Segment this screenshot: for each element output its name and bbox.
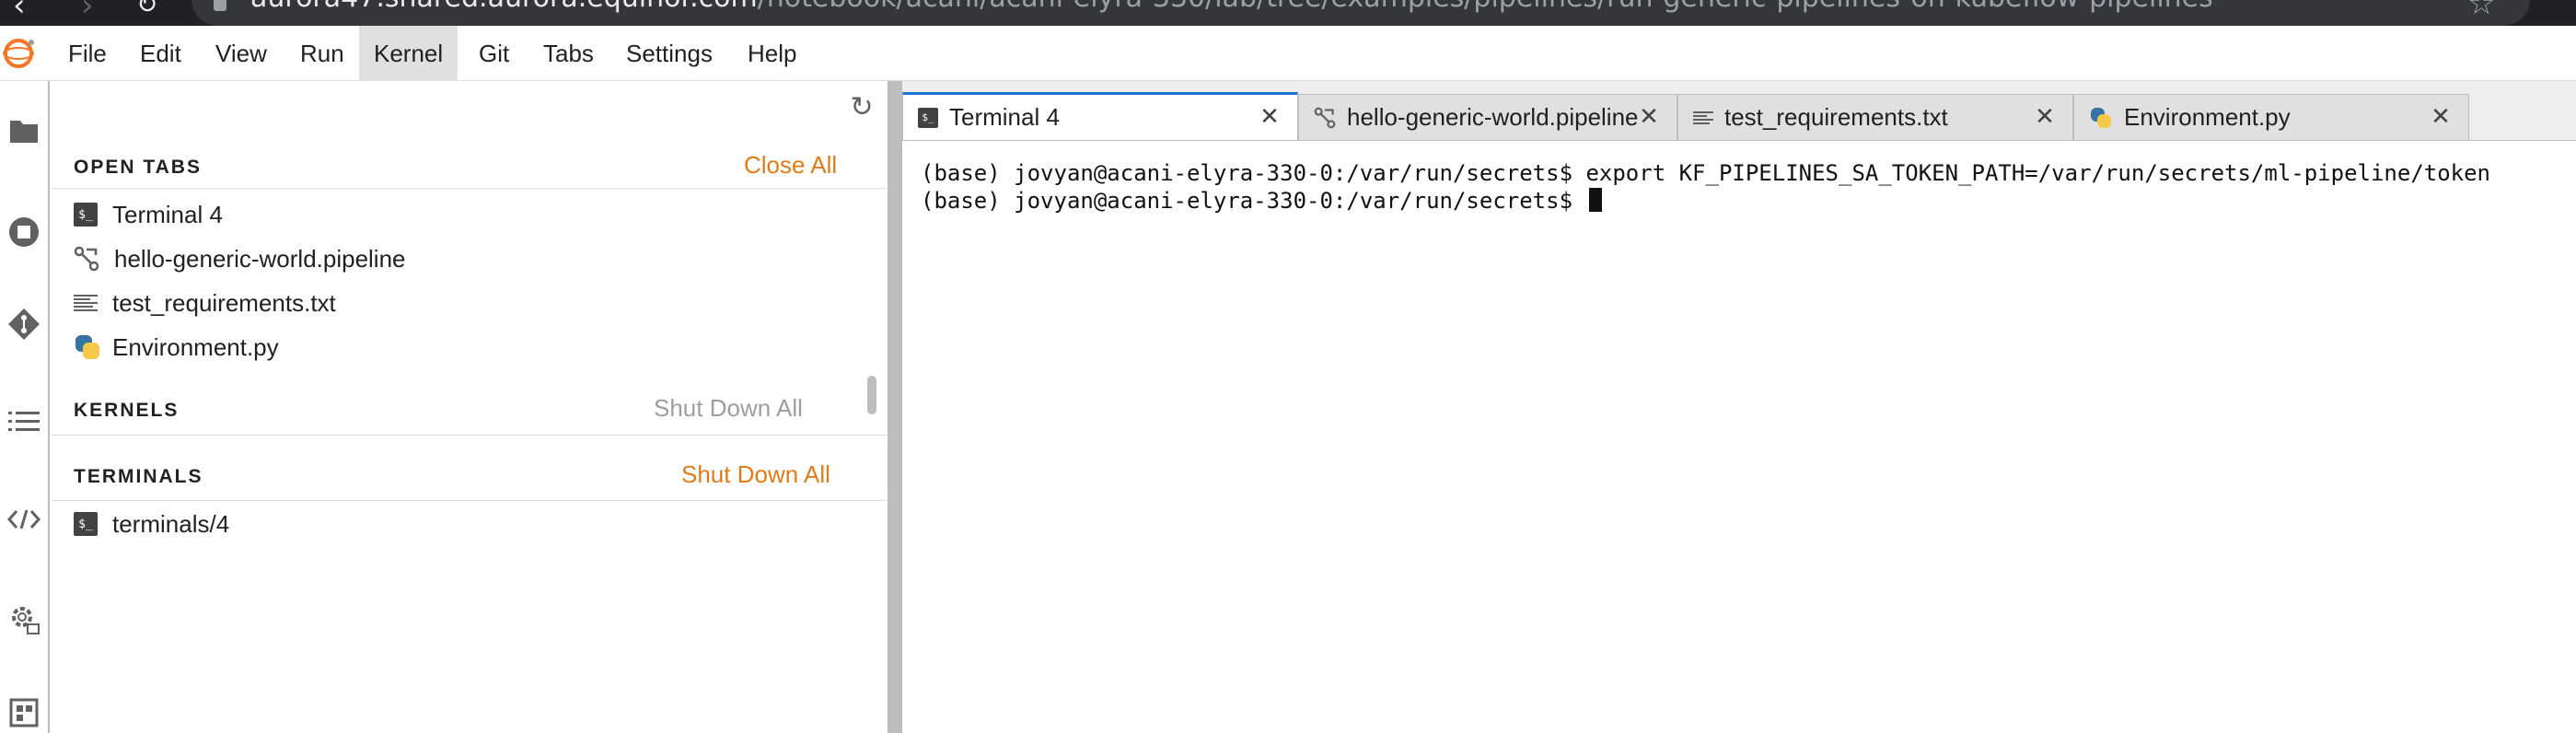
refresh-icon[interactable]: ↻ (845, 90, 878, 123)
url-text[interactable]: aurora47.shared.aurora.equinor.com/noteb… (250, 0, 2213, 14)
tab-label: test_requirements.txt (1724, 103, 1948, 131)
section-divider (52, 435, 888, 436)
terminal-output[interactable]: (base) jovyan@acani-elyra-330-0:/var/run… (902, 140, 2576, 733)
pipeline-icon (1314, 107, 1336, 128)
tab-label: Environment.py (2124, 103, 2291, 131)
open-tab-label: hello-generic-world.pipeline (114, 244, 406, 273)
tab-terminal-4[interactable]: $_ Terminal 4 ✕ (902, 92, 1298, 140)
menu-edit[interactable]: Edit (125, 26, 196, 81)
forward-icon[interactable]: › (81, 0, 94, 24)
terminal-icon: $_ (918, 107, 938, 128)
lock-icon[interactable] (214, 0, 226, 11)
menu-tabs[interactable]: Tabs (528, 26, 609, 81)
close-tab-icon[interactable]: ✕ (1255, 102, 1284, 132)
shut-down-all-terminals-button[interactable]: Shut Down All (681, 460, 830, 489)
terminal-line: (base) jovyan@acani-elyra-330-0:/var/run… (921, 160, 2491, 186)
git-icon[interactable] (2, 302, 46, 346)
terminal-prompt-text: (base) jovyan@acani-elyra-330-0:/var/run… (921, 188, 1586, 214)
back-icon[interactable]: ‹ (13, 0, 26, 24)
main-area: $_ Terminal 4 ✕ hello-generic-world.pipe… (902, 81, 2576, 733)
terminal-prompt-line: (base) jovyan@acani-elyra-330-0:/var/run… (921, 187, 2558, 215)
close-tab-icon[interactable]: ✕ (1634, 102, 1664, 132)
open-tabs-heading: OPEN TABS (74, 157, 202, 178)
menu-file[interactable]: File (53, 26, 122, 81)
component-catalog-icon[interactable] (2, 691, 46, 733)
menu-bar: File Edit View Run Kernel Git Tabs Setti… (0, 26, 2576, 81)
terminals-heading: TERMINALS (74, 466, 203, 487)
open-tab-item[interactable]: Environment.py (74, 326, 279, 368)
tab-environment-py[interactable]: Environment.py ✕ (2073, 94, 2469, 140)
code-snippets-icon[interactable] (2, 497, 46, 541)
reload-icon[interactable]: ↻ (136, 0, 157, 19)
text-file-icon (1693, 108, 1713, 128)
close-all-button[interactable]: Close All (744, 151, 837, 180)
open-tab-label: Terminal 4 (112, 200, 223, 228)
menu-help[interactable]: Help (733, 26, 811, 81)
open-tab-label: Environment.py (112, 332, 279, 361)
section-divider (52, 500, 888, 501)
section-divider (52, 188, 888, 189)
folder-icon[interactable] (2, 109, 46, 153)
python-icon (74, 333, 101, 361)
runtime-settings-icon[interactable] (2, 597, 46, 641)
menu-run[interactable]: Run (285, 26, 359, 81)
menu-view[interactable]: View (201, 26, 282, 81)
running-sessions-panel: ↻ OPEN TABS Close All $_ Terminal 4 hell… (52, 81, 888, 733)
open-tab-item[interactable]: test_requirements.txt (74, 282, 336, 324)
terminal-cursor (1589, 188, 1603, 212)
sidebar-resize-handle[interactable] (888, 81, 902, 733)
close-tab-icon[interactable]: ✕ (2426, 102, 2455, 132)
bookmark-star-icon[interactable]: ☆ (2467, 0, 2495, 22)
close-tab-icon[interactable]: ✕ (2030, 102, 2060, 132)
open-tab-item[interactable]: hello-generic-world.pipeline (74, 238, 406, 280)
jupyter-logo-icon (3, 39, 34, 68)
scrollbar-thumb[interactable] (867, 376, 876, 414)
table-of-contents-icon[interactable] (2, 400, 46, 444)
menu-kernel[interactable]: Kernel (359, 26, 458, 81)
menu-settings[interactable]: Settings (611, 26, 727, 81)
tab-label: Terminal 4 (949, 103, 1060, 131)
open-tab-item[interactable]: $_ Terminal 4 (74, 193, 223, 236)
terminal-session-label: terminals/4 (112, 509, 230, 538)
running-sessions-icon[interactable] (2, 210, 46, 254)
tab-label: hello-generic-world.pipeline (1347, 103, 1639, 131)
terminal-session-item[interactable]: $_ terminals/4 (74, 503, 229, 545)
python-icon (2089, 106, 2113, 130)
terminal-icon: $_ (74, 512, 98, 536)
document-tab-bar: $_ Terminal 4 ✕ hello-generic-world.pipe… (902, 81, 2576, 140)
browser-toolbar: ‹ › ↻ aurora47.shared.aurora.equinor.com… (0, 0, 2576, 26)
shut-down-all-kernels-button[interactable]: Shut Down All (654, 394, 803, 423)
activity-bar (0, 81, 50, 733)
terminal-icon: $_ (74, 203, 98, 227)
menu-git[interactable]: Git (464, 26, 524, 81)
pipeline-icon (74, 246, 99, 272)
tab-hello-generic-world-pipeline[interactable]: hello-generic-world.pipeline ✕ (1298, 94, 1677, 140)
open-tab-label: test_requirements.txt (112, 288, 336, 317)
tab-test-requirements[interactable]: test_requirements.txt ✕ (1677, 94, 2073, 140)
kernels-heading: KERNELS (74, 400, 180, 421)
text-file-icon (74, 291, 98, 315)
